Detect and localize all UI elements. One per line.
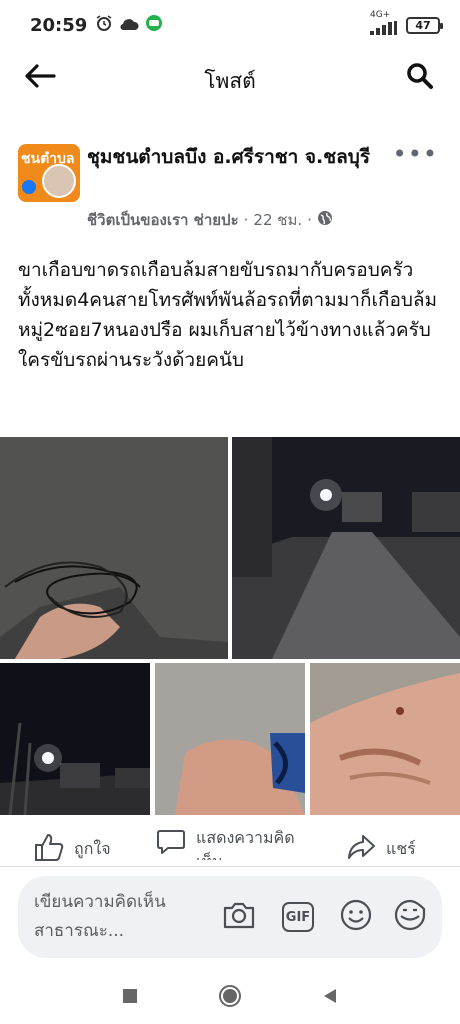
like-button[interactable]: ถูกใจ [34, 832, 111, 866]
search-icon [406, 62, 434, 94]
battery-level: 47 [415, 18, 431, 32]
app-bar: โพสต์ [0, 50, 460, 106]
author-name[interactable]: ชีวิตเป็นของเรา ช่ายปะ [87, 208, 239, 232]
status-time: 20:59 [30, 14, 88, 36]
square-icon [122, 988, 138, 1008]
share-arrow-icon [346, 832, 376, 866]
more-options-button[interactable]: ••• [393, 140, 438, 168]
public-globe-icon [317, 210, 333, 230]
like-label: ถูกใจ [74, 838, 111, 858]
comment-button[interactable]: แสดงความคิดเห็น [156, 826, 314, 860]
cloud-icon [119, 16, 139, 35]
share-button[interactable]: แชร์ [346, 832, 416, 866]
thumbs-up-icon [34, 832, 64, 866]
meta-separator: · [243, 211, 249, 229]
avatar-face [42, 164, 76, 198]
post-photo-3[interactable] [0, 663, 150, 815]
home-button[interactable] [218, 984, 242, 1012]
group-avatar[interactable]: ชนตำบล [18, 144, 80, 202]
status-bar: 20:59 4G+ 47 [0, 0, 460, 50]
more-dots-icon: ••• [392, 140, 438, 168]
post-time[interactable]: 22 ชม. [253, 208, 302, 232]
camera-icon [222, 900, 256, 934]
sticker-button[interactable] [392, 899, 428, 935]
comment-bar: เขียนความคิดเห็นสาธารณะ... GIF [18, 876, 442, 958]
home-circle-icon [218, 984, 242, 1012]
group-name[interactable]: ชุมชนตำบลบึง อ.ศรีราชา จ.ชลบุรี [87, 142, 387, 172]
battery-indicator: 47 [406, 16, 443, 34]
post-photo-4[interactable] [155, 663, 305, 815]
actions-divider [0, 866, 460, 867]
comment-input[interactable]: เขียนความคิดเห็นสาธารณะ... [34, 888, 199, 946]
recent-apps-button[interactable] [118, 986, 142, 1010]
camera-button[interactable] [221, 899, 257, 935]
search-button[interactable] [400, 60, 440, 96]
gif-icon: GIF [282, 902, 314, 932]
post-photo-2[interactable] [232, 437, 460, 659]
gif-button[interactable]: GIF [280, 899, 316, 935]
meta-separator-2: · [307, 211, 312, 229]
emoji-button[interactable] [338, 899, 374, 935]
post-photo-1[interactable] [0, 437, 228, 659]
share-label: แชร์ [386, 838, 416, 858]
system-nav-bar [0, 970, 460, 1024]
comment-bubble-icon [156, 826, 186, 860]
page-title: โพสต์ [204, 69, 256, 93]
line-app-icon [145, 14, 163, 36]
post-meta: ชีวิตเป็นของเรา ช่ายปะ · 22 ชม. · [87, 208, 333, 232]
signal-icon [370, 20, 398, 39]
sticker-icon [394, 899, 426, 935]
back-nav-button[interactable] [318, 986, 342, 1010]
alarm-icon [95, 14, 113, 36]
network-type-label: 4G+ [370, 10, 391, 20]
post-text: ขาเกือบขาดรถเกือบล้มสายขับรถมากับครอบครั… [18, 259, 438, 371]
post-header: ชนตำบล ชุมชนตำบลบึง อ.ศรีราชา จ.ชลบุรี •… [0, 130, 460, 240]
comment-label: แสดงความคิดเห็น [196, 828, 295, 860]
smiley-icon [340, 899, 372, 935]
triangle-back-icon [321, 987, 339, 1009]
post-actions: ถูกใจ แสดงความคิดเห็น แชร์ [0, 824, 460, 870]
post-photo-5[interactable] [310, 663, 460, 815]
facebook-badge-icon [22, 180, 36, 194]
